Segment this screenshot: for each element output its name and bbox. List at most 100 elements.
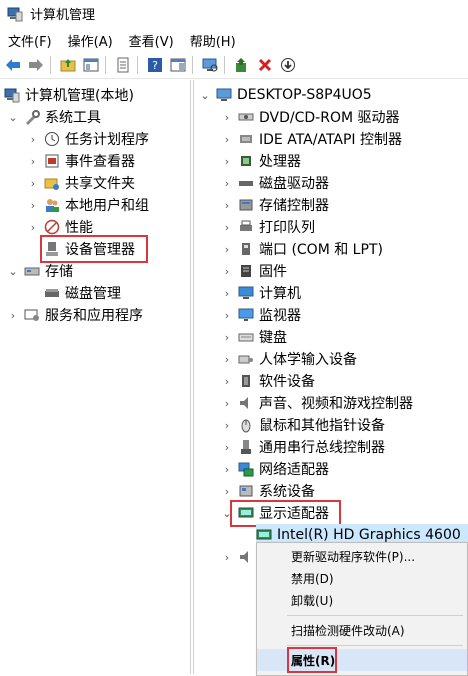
device-category[interactable]: › 固件 xyxy=(222,260,287,282)
chevron-right-icon[interactable]: › xyxy=(222,155,232,168)
window-title: 计算机管理 xyxy=(30,8,96,23)
chevron-down-icon[interactable]: ⌄ xyxy=(200,89,210,102)
tree-audio-io-partial[interactable]: › xyxy=(222,546,259,568)
uninstall-x-icon[interactable] xyxy=(255,55,275,75)
chevron-right-icon[interactable]: › xyxy=(28,177,38,190)
tree-system-tools[interactable]: ⌄ 系统工具 xyxy=(8,106,101,128)
chevron-right-icon[interactable]: › xyxy=(222,353,232,366)
menu-action[interactable]: 操作(A) xyxy=(60,31,121,50)
chevron-right-icon[interactable]: › xyxy=(222,485,232,498)
chevron-right-icon[interactable]: › xyxy=(28,199,38,212)
chevron-right-icon[interactable]: › xyxy=(222,243,232,256)
chevron-right-icon[interactable]: › xyxy=(222,221,232,234)
back-arrow-icon[interactable] xyxy=(3,55,23,75)
system-device-icon xyxy=(238,483,254,499)
device-category[interactable]: › DVD/CD-ROM 驱动器 xyxy=(222,106,400,128)
help-icon[interactable]: ? xyxy=(145,55,165,75)
update-driver-icon[interactable] xyxy=(232,55,252,75)
chevron-right-icon[interactable]: › xyxy=(222,331,232,344)
chevron-right-icon[interactable]: › xyxy=(28,155,38,168)
chevron-right-icon[interactable]: › xyxy=(222,419,232,432)
device-category[interactable]: › 存储控制器 xyxy=(222,194,329,216)
computer-management-icon xyxy=(4,87,20,103)
chevron-right-icon[interactable]: › xyxy=(222,265,232,278)
device-category[interactable]: › 网络适配器 xyxy=(222,458,329,480)
scan-hardware-icon[interactable] xyxy=(200,55,220,75)
tree-event-viewer[interactable]: › 事件查看器 xyxy=(28,150,135,172)
properties-highlight xyxy=(287,647,337,673)
chevron-right-icon[interactable]: › xyxy=(28,133,38,146)
computer-icon xyxy=(216,87,232,103)
chevron-right-icon[interactable]: › xyxy=(222,309,232,322)
chevron-right-icon[interactable]: › xyxy=(222,397,232,410)
storage-controller-icon xyxy=(238,197,254,213)
tree-storage[interactable]: ⌄ 存储 xyxy=(8,260,73,282)
device-category-label: 系统设备 xyxy=(259,484,315,500)
menu-file[interactable]: 文件(F) xyxy=(0,31,60,50)
show-hide-tree-icon[interactable] xyxy=(81,55,101,75)
up-folder-icon[interactable] xyxy=(58,55,78,75)
menu-item-uninstall[interactable]: 卸载(U) xyxy=(257,589,467,611)
tree-shared-folders[interactable]: › 共享文件夹 xyxy=(28,172,135,194)
properties-sheet-icon[interactable] xyxy=(113,55,133,75)
device-root[interactable]: ⌄ DESKTOP-S8P4UO5 xyxy=(200,84,371,106)
device-category[interactable]: › IDE ATA/ATAPI 控制器 xyxy=(222,128,402,150)
device-category-label: 通用串行总线控制器 xyxy=(259,440,385,456)
download-circle-icon[interactable] xyxy=(278,55,298,75)
chevron-right-icon[interactable]: › xyxy=(222,199,232,212)
tree-services-apps[interactable]: › 服务和应用程序 xyxy=(8,304,143,326)
device-category[interactable]: › 人体学输入设备 xyxy=(222,348,357,370)
chevron-right-icon[interactable]: › xyxy=(222,463,232,476)
software-device-icon xyxy=(238,373,254,389)
device-category[interactable]: › 端口 (COM 和 LPT) xyxy=(222,238,383,260)
chevron-right-icon[interactable]: › xyxy=(28,221,38,234)
device-category-label: 网络适配器 xyxy=(259,462,329,478)
display-adapter-icon xyxy=(256,527,272,543)
computer-icon xyxy=(238,285,254,301)
tree-root[interactable]: 计算机管理(本地) xyxy=(4,84,134,106)
tree-disk-management[interactable]: 磁盘管理 xyxy=(44,282,121,304)
show-action-pane-icon[interactable] xyxy=(168,55,188,75)
chevron-down-icon[interactable]: ⌄ xyxy=(8,265,18,278)
chevron-right-icon[interactable]: › xyxy=(222,287,232,300)
menu-item-scan-hardware[interactable]: 扫描检测硬件改动(A) xyxy=(257,619,467,641)
chevron-right-icon[interactable]: › xyxy=(222,133,232,146)
chevron-down-icon[interactable]: ⌄ xyxy=(8,111,18,124)
device-category-label: 存储控制器 xyxy=(259,198,329,214)
chevron-right-icon[interactable]: › xyxy=(222,441,232,454)
device-category[interactable]: › 软件设备 xyxy=(222,370,315,392)
device-category[interactable]: › 处理器 xyxy=(222,150,301,172)
services-icon xyxy=(24,307,40,323)
speaker-icon xyxy=(238,549,254,565)
processor-icon xyxy=(238,153,254,169)
keyboard-icon xyxy=(238,329,254,345)
menu-view[interactable]: 查看(V) xyxy=(121,31,182,50)
ide-controller-icon xyxy=(238,131,254,147)
device-category[interactable]: › 打印队列 xyxy=(222,216,315,238)
device-category[interactable]: › 监视器 xyxy=(222,304,301,326)
chevron-right-icon[interactable]: › xyxy=(222,375,232,388)
device-category[interactable]: › 键盘 xyxy=(222,326,287,348)
device-category[interactable]: › 磁盘驱动器 xyxy=(222,172,329,194)
device-category[interactable]: › 鼠标和其他指针设备 xyxy=(222,414,385,436)
device-category[interactable]: › 计算机 xyxy=(222,282,301,304)
device-category[interactable]: › 声音、视频和游戏控制器 xyxy=(222,392,413,414)
device-category-label: 端口 (COM 和 LPT) xyxy=(259,242,383,258)
device-manager-highlight xyxy=(40,235,148,263)
chevron-right-icon[interactable]: › xyxy=(8,309,18,322)
menu-item-update-driver[interactable]: 更新驱动程序软件(P)... xyxy=(257,545,467,567)
forward-arrow-icon[interactable] xyxy=(26,55,46,75)
chevron-right-icon[interactable]: › xyxy=(222,177,232,190)
toolbar-separator xyxy=(224,56,225,74)
tree-task-scheduler[interactable]: › 任务计划程序 xyxy=(28,128,149,150)
menu-item-disable[interactable]: 禁用(D) xyxy=(257,567,467,589)
tree-local-users[interactable]: › 本地用户和组 xyxy=(28,194,149,216)
storage-icon xyxy=(24,263,40,279)
chevron-right-icon[interactable]: › xyxy=(222,111,232,124)
device-category-label: 软件设备 xyxy=(259,374,315,390)
device-category[interactable]: › 通用串行总线控制器 xyxy=(222,436,385,458)
chevron-right-icon[interactable]: › xyxy=(222,551,232,564)
usb-icon xyxy=(238,439,254,455)
menu-help[interactable]: 帮助(H) xyxy=(182,31,244,50)
device-category[interactable]: › 系统设备 xyxy=(222,480,315,502)
